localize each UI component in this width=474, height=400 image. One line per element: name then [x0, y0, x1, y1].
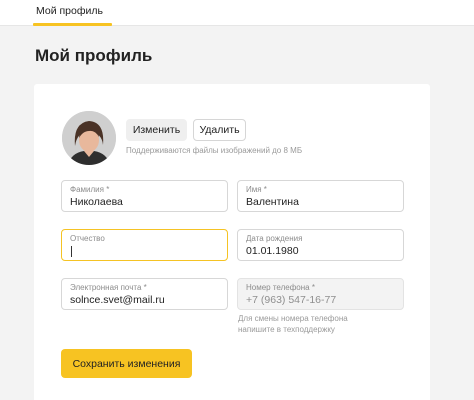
- birthdate-field[interactable]: Дата рождения 01.01.1980: [237, 229, 404, 261]
- text-cursor: [71, 246, 72, 257]
- email-value: solnce.svet@mail.ru: [70, 294, 165, 306]
- email-label: Электронная почта *: [70, 283, 147, 292]
- page-title: Мой профиль: [35, 46, 153, 65]
- phone-label: Номер телефона *: [246, 283, 315, 292]
- phone-field: Номер телефона * +7 (963) 547-16-77: [237, 278, 404, 310]
- firstname-field[interactable]: Имя * Валентина: [237, 180, 404, 212]
- firstname-label: Имя *: [246, 185, 267, 194]
- firstname-value: Валентина: [246, 196, 299, 208]
- change-photo-button[interactable]: Изменить: [126, 119, 187, 141]
- avatar-photo: [62, 111, 116, 165]
- active-tab-indicator: [33, 23, 112, 26]
- patronymic-label: Отчество: [70, 234, 105, 243]
- save-changes-button[interactable]: Сохранить изменения: [61, 349, 192, 378]
- patronymic-field[interactable]: Отчество: [61, 229, 228, 261]
- photo-size-hint: Поддерживаются файлы изображений до 8 МБ: [126, 146, 303, 155]
- birthdate-label: Дата рождения: [246, 234, 303, 243]
- lastname-label: Фамилия *: [70, 185, 110, 194]
- phone-change-hint: Для смены номера телефона напишите в тех…: [238, 314, 348, 334]
- phone-value: +7 (963) 547-16-77: [246, 294, 337, 306]
- lastname-value: Николаева: [70, 196, 123, 208]
- top-nav: Мой профиль: [0, 0, 474, 26]
- delete-photo-button[interactable]: Удалить: [193, 119, 246, 141]
- avatar: [62, 111, 116, 165]
- lastname-field[interactable]: Фамилия * Николаева: [61, 180, 228, 212]
- birthdate-value: 01.01.1980: [246, 245, 299, 257]
- tab-my-profile[interactable]: Мой профиль: [36, 5, 103, 17]
- email-field[interactable]: Электронная почта * solnce.svet@mail.ru: [61, 278, 228, 310]
